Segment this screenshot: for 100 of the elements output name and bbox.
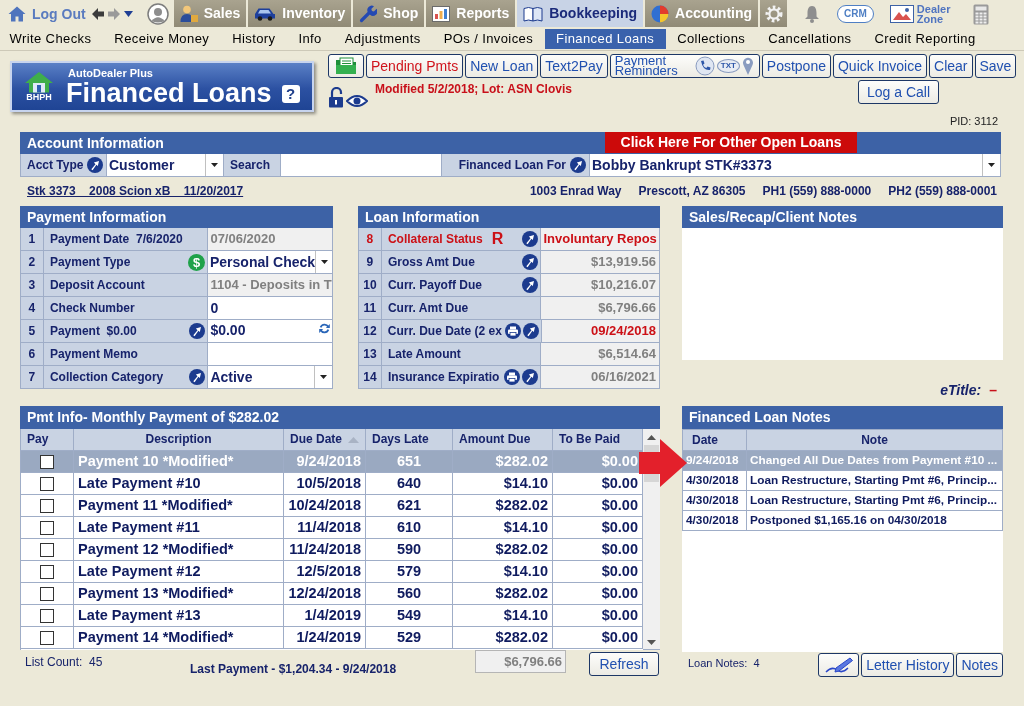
note-row[interactable]: 4/30/2018 Postponed $1,165.16 on 04/30/2018 (682, 511, 1003, 531)
avatar-icon[interactable] (146, 3, 169, 25)
note-row[interactable]: 4/30/2018 Loan Restructure, Starting Pmt #6, Princip... (682, 491, 1003, 511)
pay-checkbox[interactable] (40, 586, 54, 601)
notes-button[interactable]: Notes (956, 653, 1003, 677)
signature-button[interactable] (818, 653, 860, 677)
column-header[interactable]: Pay (21, 429, 74, 450)
field-label: Curr. Due Date (2 ex (387, 323, 502, 339)
toolbar-button[interactable]: Clear (929, 54, 973, 78)
row-number: 6 (21, 343, 44, 365)
notes-button[interactable]: Letter History (861, 653, 955, 677)
payment-reminders-button[interactable]: Payment Reminders TXT (609, 54, 760, 78)
amount-due: $14.10 (453, 605, 553, 626)
dropdown-field[interactable]: Active (208, 366, 333, 388)
column-header[interactable]: Days Late (366, 429, 453, 450)
payment-row[interactable]: Payment 13 *Modified* 12/24/2018 560 $282.02 $0.00 (21, 583, 643, 605)
amount-due: $282.02 (453, 583, 553, 604)
payment-row[interactable]: Payment 14 *Modified* 1/24/2019 529 $282.02 $0.00 (21, 627, 643, 649)
crm-link[interactable]: CRM (837, 5, 874, 23)
subnav-tab[interactable]: Cancellations (756, 29, 863, 49)
toolbar-button[interactable]: Quick Invoice (833, 54, 928, 78)
module-tab[interactable]: Bookkeeping (517, 0, 644, 27)
toolbar-button[interactable]: Postpone (761, 54, 831, 78)
back-arrow-icon[interactable] (91, 8, 104, 20)
payment-description: Payment 12 *Modified* (74, 539, 284, 560)
subnav-tab[interactable]: Info (286, 29, 334, 49)
payment-row[interactable]: Payment 11 *Modified* 10/24/2018 621 $282.02 $0.00 (21, 495, 643, 517)
toolbar-button[interactable]: Text2Pay (540, 54, 608, 78)
payment-row[interactable]: Late Payment #12 12/5/2018 579 $14.10 $0.00 (21, 561, 643, 583)
payment-description: Late Payment #13 (74, 605, 284, 626)
pay-checkbox[interactable] (40, 542, 54, 557)
dealer-zone-link[interactable]: Dealer Zone (889, 0, 953, 28)
eye-icon[interactable] (346, 94, 368, 108)
subnav-tab[interactable]: Credit Reporting (862, 29, 987, 49)
list-count: List Count: 45 (24, 655, 104, 671)
subnav-tab[interactable]: Receive Money (102, 29, 221, 49)
caret-icon[interactable] (123, 11, 133, 17)
pay-checkbox[interactable] (40, 498, 54, 513)
note-date: 4/30/2018 (683, 511, 747, 530)
help-button[interactable]: ? (281, 84, 300, 103)
dropdown-field[interactable]: Personal Check (208, 251, 333, 273)
refresh-button[interactable]: Refresh (589, 652, 659, 676)
row-number: 1 (21, 228, 44, 250)
other-loans-button[interactable]: Click Here For Other Open Loans (605, 132, 857, 153)
input-field[interactable] (208, 343, 333, 365)
picture-icon (889, 5, 914, 23)
amount-due: $282.02 (453, 451, 553, 472)
pay-checkbox[interactable] (40, 454, 54, 469)
pay-checkbox[interactable] (40, 520, 54, 535)
payment-row[interactable]: Late Payment #11 11/4/2018 610 $14.10 $0.00 (21, 517, 643, 539)
subnav-tab[interactable]: Write Checks (0, 29, 103, 49)
field-label: Deposit Account (43, 274, 209, 296)
pending-payments-button[interactable]: Pending Pmts (366, 54, 464, 78)
settings-button[interactable] (760, 0, 788, 27)
report-icon (432, 5, 451, 22)
subnav-tab[interactable]: Adjustments (333, 29, 433, 49)
subnav-tab[interactable]: Collections (665, 29, 757, 49)
refresh-icon[interactable] (319, 323, 330, 334)
subnav-tab[interactable]: History (220, 29, 287, 49)
amount-field[interactable]: $0.00 (208, 320, 333, 342)
printer-icon[interactable] (504, 323, 521, 339)
amount-due: $14.10 (453, 517, 553, 538)
caret-icon[interactable] (320, 260, 328, 264)
log-call-button[interactable]: Log a Call (858, 80, 939, 104)
amount-due: $14.10 (453, 561, 553, 582)
vehicle-link[interactable]: Stk 3373 2008 Scion xB 11/20/2017 (27, 184, 244, 199)
column-header[interactable]: Due Date (284, 429, 366, 450)
subnav-tab[interactable]: Financed Loans (544, 29, 666, 49)
column-header[interactable]: Description (74, 429, 284, 450)
caret-icon[interactable] (320, 375, 327, 379)
toolbar-button[interactable]: New Loan (465, 54, 539, 78)
pay-checkbox[interactable] (40, 608, 54, 623)
page-title: Financed Loans (66, 78, 272, 107)
toolbar-button[interactable]: Save (974, 54, 1017, 78)
input-field[interactable]: 0 (208, 297, 333, 319)
column-header[interactable]: Note (747, 430, 1002, 450)
payment-row[interactable]: Payment 12 *Modified* 11/24/2018 590 $282.02 $0.00 (21, 539, 643, 561)
field-label: Curr. Payoff Due (387, 277, 482, 293)
column-header[interactable]: Date (683, 430, 747, 450)
pay-checkbox[interactable] (40, 630, 54, 645)
folder-button[interactable] (328, 54, 364, 78)
home-icon (8, 6, 26, 22)
subnav-tab[interactable]: POs / Invoices (432, 29, 545, 49)
printer-icon[interactable] (504, 369, 521, 385)
bell-icon[interactable] (804, 5, 821, 23)
pay-checkbox[interactable] (40, 476, 54, 491)
padlock-icon[interactable] (328, 87, 344, 108)
column-header[interactable]: Amount Due (453, 429, 553, 450)
scroll-down-icon[interactable] (647, 640, 656, 645)
row-number: 3 (21, 274, 44, 296)
payment-row[interactable]: Late Payment #13 1/4/2019 549 $14.10 $0.00 (21, 605, 643, 627)
pay-checkbox[interactable] (40, 564, 54, 579)
days-late: 549 (366, 605, 453, 626)
note-row[interactable]: 4/30/2018 Loan Restructure, Starting Pmt #6, Princip... (682, 471, 1003, 491)
payment-description: Payment 13 *Modified* (74, 583, 284, 604)
payment-description: Payment 11 *Modified* (74, 495, 284, 516)
contact-info: 1003 Enrad Way (529, 184, 622, 199)
payment-row[interactable]: Late Payment #10 10/5/2018 640 $14.10 $0.00 (21, 473, 643, 495)
map-pin-icon (741, 56, 754, 76)
amount-due: $282.02 (453, 495, 553, 516)
